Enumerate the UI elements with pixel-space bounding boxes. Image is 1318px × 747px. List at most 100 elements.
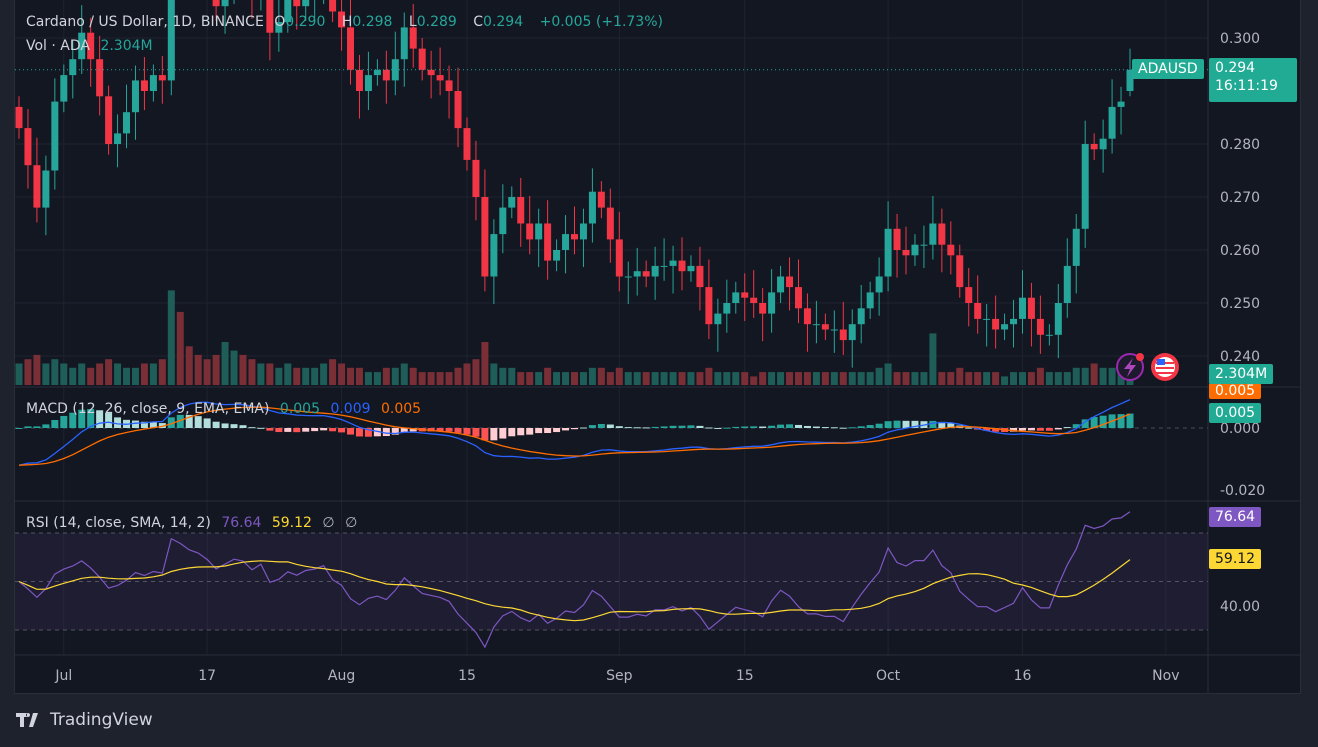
rsi-axis-label: 40.00 bbox=[1220, 599, 1260, 615]
volume-bar bbox=[33, 354, 41, 385]
candle-body bbox=[427, 69, 435, 76]
rsi-sma-tag: 59.12 bbox=[1209, 549, 1262, 569]
volume-bar bbox=[884, 363, 892, 385]
volume-bar bbox=[624, 372, 632, 385]
volume-bar bbox=[149, 363, 157, 385]
volume-bars bbox=[15, 290, 1134, 385]
volume-bar bbox=[633, 372, 641, 385]
candle-body bbox=[140, 80, 148, 91]
candle-body bbox=[678, 260, 686, 272]
macd-histogram-bar bbox=[535, 428, 543, 434]
date-axis-label: Nov bbox=[1152, 668, 1179, 684]
candle-body bbox=[812, 324, 820, 326]
candle-body bbox=[875, 276, 883, 293]
candle-body bbox=[490, 234, 498, 277]
volume-bar bbox=[768, 372, 776, 385]
candle-body bbox=[293, 0, 301, 7]
macd-histogram-bar bbox=[1063, 427, 1071, 429]
candle-body bbox=[929, 223, 937, 245]
candle-body bbox=[866, 292, 874, 309]
macd-histogram-bar bbox=[212, 421, 220, 428]
candle-body bbox=[347, 27, 355, 70]
volume-bar bbox=[203, 359, 211, 385]
macd-histogram-bar bbox=[848, 427, 856, 429]
last-price: 0.294 bbox=[1215, 60, 1256, 76]
volume-bar bbox=[373, 372, 381, 385]
candle-body bbox=[409, 27, 417, 49]
tradingview-brand[interactable]: TradingView bbox=[16, 710, 153, 730]
macd-histogram-bar bbox=[732, 426, 740, 428]
volume-bar bbox=[1108, 367, 1116, 385]
date-axis-label: 16 bbox=[1014, 668, 1032, 684]
candle-body bbox=[965, 287, 973, 303]
volume-bar bbox=[759, 372, 767, 385]
candle-body bbox=[669, 260, 677, 266]
volume-bar bbox=[794, 372, 802, 385]
tradingview-logo-icon bbox=[16, 713, 38, 727]
volume-bar bbox=[329, 359, 337, 385]
lightning-icon bbox=[1116, 353, 1144, 381]
candle-body bbox=[1081, 144, 1089, 229]
volume-bar bbox=[24, 359, 32, 385]
flag-stripe bbox=[1156, 372, 1174, 374]
rsi-legend: RSI (14, close, SMA, 14, 2) 76.64 59.12 … bbox=[26, 515, 363, 531]
macd-histogram-bar bbox=[875, 423, 883, 428]
candle-body bbox=[364, 75, 372, 91]
volume-bar bbox=[212, 354, 220, 385]
macd-histogram-bar bbox=[759, 426, 767, 428]
volume-bar bbox=[1010, 372, 1018, 385]
volume-bar bbox=[508, 367, 516, 385]
macd-histogram-bar bbox=[544, 428, 552, 433]
volume-bar bbox=[347, 367, 355, 385]
candle-body bbox=[687, 265, 695, 272]
volume-label[interactable]: Vol · ADA bbox=[26, 38, 90, 54]
volume-bar bbox=[472, 359, 480, 385]
candle-body bbox=[123, 112, 131, 134]
candle-body bbox=[1054, 303, 1062, 335]
volume-bar bbox=[1054, 372, 1062, 385]
volume-bar bbox=[1045, 372, 1053, 385]
macd-histogram-bar bbox=[750, 426, 758, 428]
volume-bar bbox=[266, 363, 274, 385]
candle-body bbox=[167, 0, 175, 81]
macd-axis-label: -0.020 bbox=[1220, 483, 1265, 499]
macd-histogram-bar bbox=[588, 425, 596, 428]
candle-body bbox=[902, 250, 910, 256]
rsi-label[interactable]: RSI (14, close, SMA, 14, 2) bbox=[26, 515, 211, 531]
macd-label[interactable]: MACD (12, 26, close, 9, EMA, EMA) bbox=[26, 401, 269, 417]
macd-histogram-bar bbox=[508, 428, 516, 437]
macd-histogram-bar bbox=[723, 427, 731, 429]
candle-body bbox=[69, 59, 77, 76]
volume-bar bbox=[96, 363, 104, 385]
candle-body bbox=[786, 276, 794, 288]
candle-body bbox=[911, 244, 919, 256]
candle-body bbox=[741, 292, 749, 298]
candle-body bbox=[517, 197, 525, 224]
candle-body bbox=[436, 75, 444, 81]
rsi-tag: 76.64 bbox=[1209, 507, 1262, 527]
macd-histogram-bar bbox=[526, 428, 534, 435]
candle-body bbox=[938, 223, 946, 245]
volume-bar bbox=[167, 290, 175, 385]
candle-body bbox=[1063, 265, 1071, 303]
macd-histogram-bar bbox=[311, 428, 319, 432]
macd-histogram-bar bbox=[42, 424, 50, 428]
candle-body bbox=[1010, 318, 1018, 325]
candle-body bbox=[651, 265, 659, 277]
date-axis-label: Jul bbox=[54, 668, 72, 684]
volume-bar bbox=[857, 372, 865, 385]
close-value: 0.294 bbox=[483, 14, 524, 30]
volume-bar bbox=[777, 372, 785, 385]
symbol-title[interactable]: Cardano / US Dollar, 1D, BINANCE bbox=[26, 14, 264, 30]
volume-bar bbox=[606, 372, 614, 385]
volume-bar bbox=[490, 363, 498, 385]
volume-bar bbox=[660, 372, 668, 385]
macd-histogram-bar bbox=[490, 428, 498, 441]
candle-body bbox=[624, 276, 632, 278]
chart-canvas[interactable]: 0.300 0.280 0.270 0.260 0.250 0.240 0.000 -0.02… bbox=[0, 0, 1318, 747]
macd-histogram-bar bbox=[293, 428, 301, 433]
price-axis-label: 0.270 bbox=[1220, 190, 1260, 206]
volume-bar bbox=[1001, 376, 1009, 385]
macd-histogram-bar bbox=[929, 420, 937, 428]
date-axis-label: Oct bbox=[876, 668, 901, 684]
